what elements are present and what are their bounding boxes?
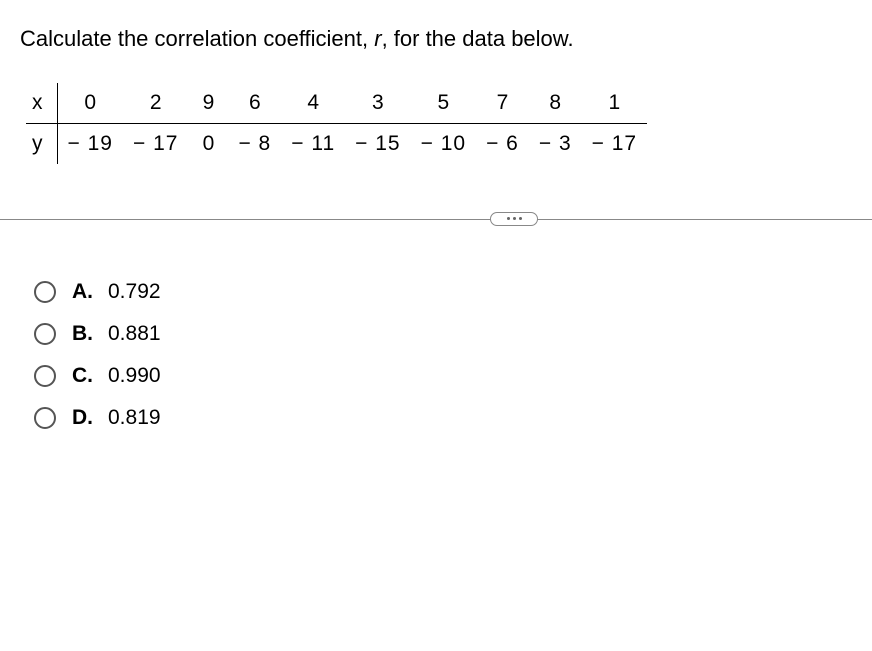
section-divider — [0, 212, 872, 226]
table-row: x 0 2 9 6 4 3 5 7 8 1 — [26, 83, 647, 124]
row-label-y: y — [26, 123, 57, 164]
option-a: A. 0.792 — [34, 280, 852, 304]
question-variable: r — [374, 26, 381, 51]
expand-toggle[interactable] — [490, 212, 538, 226]
cell: 7 — [476, 83, 529, 124]
answer-options: A. 0.792 B. 0.881 C. 0.990 D. 0.819 — [20, 280, 852, 430]
radio-c[interactable] — [34, 365, 56, 387]
option-letter: D. — [72, 406, 98, 430]
cell: 1 — [582, 83, 647, 124]
divider-line — [0, 219, 872, 220]
option-letter: B. — [72, 322, 98, 346]
cell: 9 — [188, 83, 228, 124]
cell: − 17 — [582, 123, 647, 164]
question-prefix: Calculate the correlation coefficient, — [20, 26, 374, 51]
dot-icon — [513, 217, 516, 220]
option-d: D. 0.819 — [34, 406, 852, 430]
cell: 4 — [281, 83, 345, 124]
option-value: 0.990 — [108, 364, 161, 388]
option-letter: C. — [72, 364, 98, 388]
table-row: y − 19 − 17 0 − 8 − 11 − 15 − 10 − 6 − 3… — [26, 123, 647, 164]
cell: 6 — [228, 83, 281, 124]
cell: − 11 — [281, 123, 345, 164]
cell: − 17 — [123, 123, 188, 164]
cell: 5 — [411, 83, 476, 124]
cell: 8 — [529, 83, 582, 124]
question-suffix: , for the data below. — [382, 26, 574, 51]
cell: − 8 — [228, 123, 281, 164]
radio-d[interactable] — [34, 407, 56, 429]
question-text: Calculate the correlation coefficient, r… — [20, 24, 852, 55]
option-c: C. 0.990 — [34, 364, 852, 388]
cell: 3 — [345, 83, 410, 124]
radio-b[interactable] — [34, 323, 56, 345]
cell: − 19 — [57, 123, 123, 164]
data-table: x 0 2 9 6 4 3 5 7 8 1 y − 19 − 17 0 − 8 … — [26, 83, 647, 164]
dot-icon — [519, 217, 522, 220]
cell: 0 — [57, 83, 123, 124]
dot-icon — [507, 217, 510, 220]
cell: − 10 — [411, 123, 476, 164]
cell: 0 — [188, 123, 228, 164]
option-value: 0.881 — [108, 322, 161, 346]
option-letter: A. — [72, 280, 98, 304]
cell: 2 — [123, 83, 188, 124]
row-label-x: x — [26, 83, 57, 124]
cell: − 3 — [529, 123, 582, 164]
radio-a[interactable] — [34, 281, 56, 303]
cell: − 6 — [476, 123, 529, 164]
option-value: 0.792 — [108, 280, 161, 304]
option-b: B. 0.881 — [34, 322, 852, 346]
cell: − 15 — [345, 123, 410, 164]
option-value: 0.819 — [108, 406, 161, 430]
